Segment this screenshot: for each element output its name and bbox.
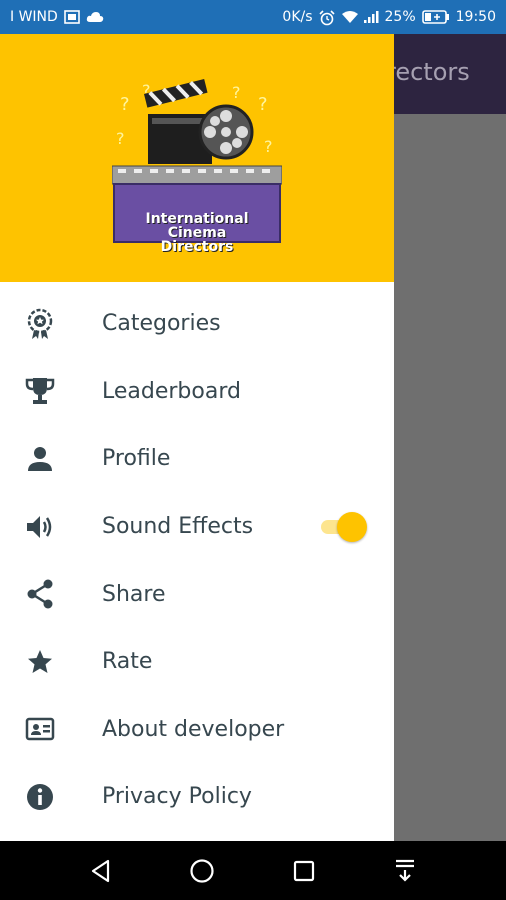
- badge-icon: [24, 308, 56, 340]
- trophy-icon: [24, 375, 56, 407]
- menu-item-profile[interactable]: Profile: [0, 425, 394, 493]
- menu-label-privacy-policy: Privacy Policy: [102, 784, 252, 810]
- wifi-icon: [341, 10, 358, 24]
- alarm-icon: [318, 10, 335, 26]
- star-icon: [24, 646, 56, 678]
- battery-percent: 25%: [384, 9, 416, 25]
- svg-text:?: ?: [116, 129, 125, 148]
- logo-line-3: Directors: [160, 239, 234, 255]
- system-nav-bar: [0, 841, 506, 900]
- menu-item-privacy-policy[interactable]: Privacy Policy: [0, 763, 394, 831]
- menu-item-rate[interactable]: Rate: [0, 628, 394, 696]
- battery-icon: [421, 10, 450, 24]
- menu-label-rate: Rate: [102, 649, 153, 675]
- menu-item-share[interactable]: Share: [0, 560, 394, 628]
- status-bar: I WIND 0K/s 25% 19:50: [0, 0, 506, 34]
- menu-label-about-developer: About developer: [102, 716, 285, 742]
- menu-label-profile: Profile: [102, 446, 171, 472]
- navigation-drawer: ? ? ? ? ? ? International Cinema Directo…: [0, 34, 394, 841]
- sound-effects-toggle[interactable]: [321, 511, 367, 542]
- signal-icon: [363, 10, 379, 24]
- carrier-label: I WIND: [10, 9, 58, 25]
- app-logo: ? ? ? ? ? ? International Cinema Directo…: [111, 74, 283, 254]
- menu-item-leaderboard[interactable]: Leaderboard: [0, 358, 394, 426]
- back-icon[interactable]: [81, 851, 121, 891]
- scrim[interactable]: [394, 114, 506, 841]
- drawer-menu: Categories Leaderboard Profile Sound Eff…: [0, 290, 394, 831]
- menu-item-sound-effects[interactable]: Sound Effects: [0, 493, 394, 561]
- person-icon: [24, 443, 56, 475]
- svg-text:?: ?: [120, 94, 130, 115]
- id-card-icon: [24, 713, 56, 745]
- info-icon: [24, 781, 56, 813]
- menu-label-leaderboard: Leaderboard: [102, 378, 241, 404]
- notification-drawer-icon[interactable]: [385, 851, 425, 891]
- logo-line-2: Cinema: [167, 225, 227, 241]
- logo-line-1: International: [145, 211, 249, 227]
- svg-text:?: ?: [258, 94, 268, 115]
- svg-text:?: ?: [264, 137, 273, 156]
- volume-icon: [24, 511, 56, 543]
- toggle-thumb: [337, 511, 367, 542]
- home-icon[interactable]: [182, 851, 222, 891]
- cloud-icon: [86, 10, 104, 24]
- menu-label-share: Share: [102, 581, 166, 607]
- menu-item-about-developer[interactable]: About developer: [0, 696, 394, 764]
- share-icon: [24, 578, 56, 610]
- recents-icon[interactable]: [284, 851, 324, 891]
- menu-label-sound-effects: Sound Effects: [102, 514, 254, 540]
- clock: 19:50: [455, 9, 496, 25]
- svg-text:?: ?: [232, 83, 241, 102]
- menu-label-categories: Categories: [102, 311, 221, 337]
- menu-item-categories[interactable]: Categories: [0, 290, 394, 358]
- sim-icon: [64, 10, 80, 24]
- app-title: rectors: [386, 58, 470, 86]
- network-speed: 0K/s: [282, 9, 313, 25]
- drawer-header: ? ? ? ? ? ? International Cinema Directo…: [0, 34, 394, 282]
